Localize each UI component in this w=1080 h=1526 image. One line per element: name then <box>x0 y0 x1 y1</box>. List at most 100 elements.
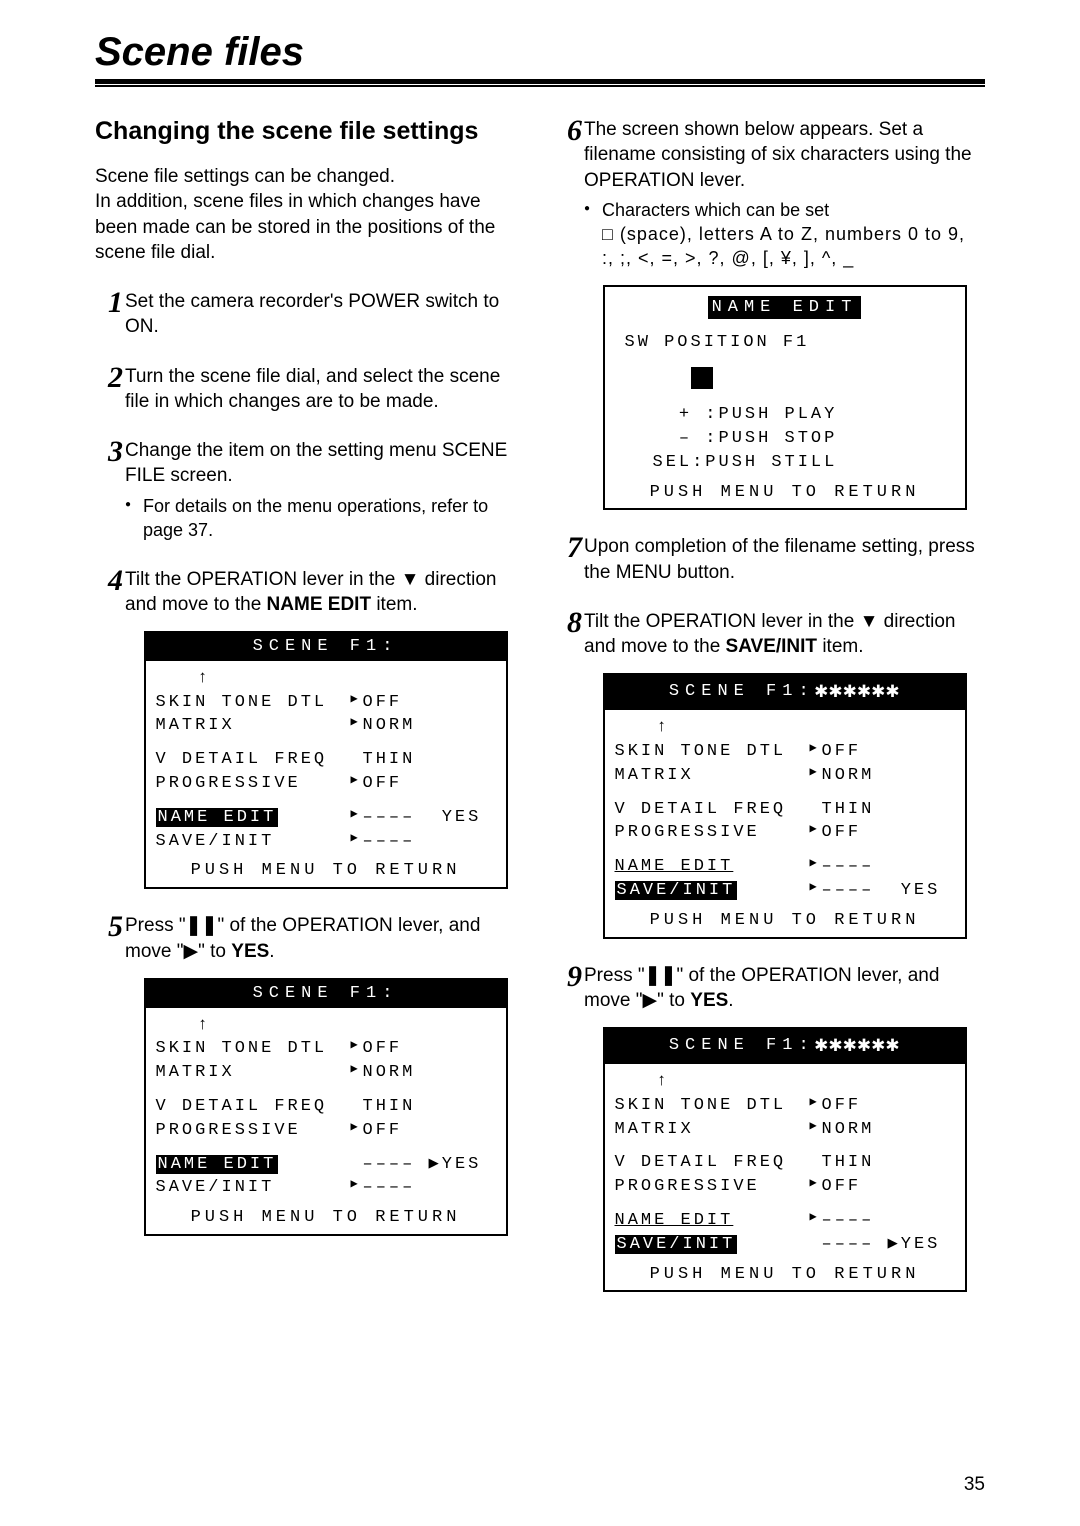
screen-ne-hint-3: SEL:PUSH STILL <box>653 451 955 475</box>
val-yes: YES <box>901 1235 941 1254</box>
val-dashes2: –––– <box>363 1176 416 1200</box>
step-3: 3 Change the item on the setting menu SC… <box>95 438 526 542</box>
charset-line-1: □ (space), letters A to Z, numbers 0 to … <box>584 223 985 247</box>
row-vdetail: V DETAIL FREQ <box>615 1151 810 1175</box>
play-icon: ▶ <box>351 1119 363 1143</box>
play-icon: ▶ <box>810 1094 822 1118</box>
page-number: 35 <box>964 1474 985 1496</box>
row-vdetail: V DETAIL FREQ <box>156 748 351 772</box>
screen-scene-c: SCENE F1:✱✱✱✱✱✱ ↑ SKIN TONE DTL▶OFF MATR… <box>603 673 967 938</box>
row-matrix: MATRIX <box>156 1061 351 1085</box>
screen-c-foot: PUSH MENU TO RETURN <box>605 907 965 937</box>
step-4-text-c: item. <box>371 594 417 615</box>
val-dashes: –––– <box>822 855 875 879</box>
val-dashes: –––– <box>363 808 416 827</box>
screen-b-foot: PUSH MENU TO RETURN <box>146 1204 506 1234</box>
row-matrix: MATRIX <box>615 1118 810 1142</box>
row-skin-tone: SKIN TONE DTL <box>156 1037 351 1061</box>
step-6-text: The screen shown below appears. Set a fi… <box>584 119 972 191</box>
rule-thick <box>95 79 985 84</box>
screen-a-body: ↑ SKIN TONE DTL▶OFF MATRIX▶NORM V DETAIL… <box>146 661 506 858</box>
step-5-a: Press " <box>125 915 186 936</box>
screen-d-header: SCENE F1:✱✱✱✱✱✱ <box>605 1029 965 1064</box>
screen-scene-b: SCENE F1: ↑ SKIN TONE DTL▶OFF MATRIX▶NOR… <box>144 978 508 1236</box>
screen-ne-pos: SW POSITION F1 <box>625 331 955 355</box>
play-icon: ▶ <box>351 772 363 796</box>
rule-thin <box>95 85 985 87</box>
val-off: OFF <box>822 740 862 764</box>
row-save-init-hl: SAVE/INIT <box>615 881 738 900</box>
val-norm: NORM <box>363 714 416 738</box>
step-num-1: 1 <box>95 283 123 323</box>
screen-c-header: SCENE F1:✱✱✱✱✱✱ <box>605 675 965 710</box>
steps-right: 6 The screen shown below appears. Set a … <box>554 117 985 1292</box>
up-arrow-icon: ↑ <box>657 1070 955 1094</box>
play-icon: ▶ <box>810 1175 822 1199</box>
step-num-4: 4 <box>95 561 123 601</box>
screen-ne-header: NAME EDIT <box>708 296 862 320</box>
val-off: OFF <box>363 1037 403 1061</box>
steps-left: 1 Set the camera recorder's POWER switch… <box>95 289 526 1236</box>
filename-stars: ✱✱✱✱✱✱ <box>815 677 900 708</box>
step-9-d: . <box>728 990 733 1011</box>
val-yes: YES <box>442 1155 482 1174</box>
step-8-c: item. <box>817 636 863 657</box>
screen-a-header: SCENE F1: <box>146 633 506 661</box>
play-icon: ▶ <box>810 879 822 903</box>
up-arrow-icon: ↑ <box>198 1014 496 1038</box>
step-num-5: 5 <box>95 907 123 947</box>
step-4-bold: NAME EDIT <box>267 594 372 615</box>
val-dashes: –––– <box>822 1209 875 1233</box>
row-save-init: SAVE/INIT <box>156 830 351 854</box>
screen-name-edit: NAME EDIT SW POSITION F1 + :PUSH PLAY – … <box>603 285 967 511</box>
play-icon: ▶ <box>351 830 363 854</box>
val-norm: NORM <box>363 1061 416 1085</box>
val-dashes2: –––– <box>822 1235 875 1254</box>
val-norm: NORM <box>822 1118 875 1142</box>
val-dashes2: –––– <box>363 830 416 854</box>
step-num-3: 3 <box>95 432 123 472</box>
screen-c-body: ↑ SKIN TONE DTL▶OFF MATRIX▶NORM V DETAIL… <box>605 710 965 907</box>
step-7-text: Upon completion of the filename setting,… <box>584 536 975 582</box>
up-arrow-icon: ↑ <box>198 667 496 691</box>
intro-para: Scene file settings can be changed. In a… <box>95 164 526 265</box>
row-progressive: PROGRESSIVE <box>615 821 810 845</box>
screen-d-foot: PUSH MENU TO RETURN <box>605 1261 965 1291</box>
down-icon: ▼ <box>860 611 879 632</box>
row-matrix: MATRIX <box>615 764 810 788</box>
step-num-8: 8 <box>554 603 582 643</box>
row-save-init-hl: SAVE/INIT <box>615 1235 738 1254</box>
step-9-c: " to <box>657 990 690 1011</box>
step-4-text-a: Tilt the OPERATION lever in the <box>125 569 401 590</box>
filename-stars: ✱✱✱✱✱✱ <box>815 1031 900 1062</box>
val-norm: NORM <box>822 764 875 788</box>
row-progressive: PROGRESSIVE <box>156 1119 351 1143</box>
row-name-edit-hl: NAME EDIT <box>156 808 279 827</box>
val-thin: THIN <box>822 798 875 822</box>
step-num-2: 2 <box>95 358 123 398</box>
row-skin-tone: SKIN TONE DTL <box>156 691 351 715</box>
screen-b-body: ↑ SKIN TONE DTL▶OFF MATRIX▶NORM V DETAIL… <box>146 1008 506 1205</box>
pause-icon: ❚❚ <box>186 915 218 936</box>
page-title: Scene files <box>95 30 985 75</box>
val-off: OFF <box>363 691 403 715</box>
play-icon: ▶ <box>642 990 657 1011</box>
val-thin: THIN <box>363 748 416 772</box>
step-1: 1 Set the camera recorder's POWER switch… <box>95 289 526 340</box>
step-3-sub: For details on the menu operations, refe… <box>125 495 526 543</box>
val-off2: OFF <box>822 1175 862 1199</box>
down-icon: ▼ <box>401 569 420 590</box>
val-thin: THIN <box>363 1095 416 1119</box>
row-name-edit: NAME EDIT <box>615 857 734 876</box>
step-6: 6 The screen shown below appears. Set a … <box>554 117 985 510</box>
row-vdetail: V DETAIL FREQ <box>156 1095 351 1119</box>
play-icon: ▶ <box>810 1118 822 1142</box>
section-heading: Changing the scene file settings <box>95 117 526 146</box>
step-5-d: . <box>269 941 274 962</box>
play-icon: ▶ <box>810 764 822 788</box>
val-off: OFF <box>822 1094 862 1118</box>
val-dashes2: –––– <box>822 881 875 900</box>
pause-icon: ❚❚ <box>645 965 677 986</box>
step-2-text: Turn the scene file dial, and select the… <box>125 366 500 412</box>
step-6-sub: Characters which can be set <box>584 199 985 223</box>
